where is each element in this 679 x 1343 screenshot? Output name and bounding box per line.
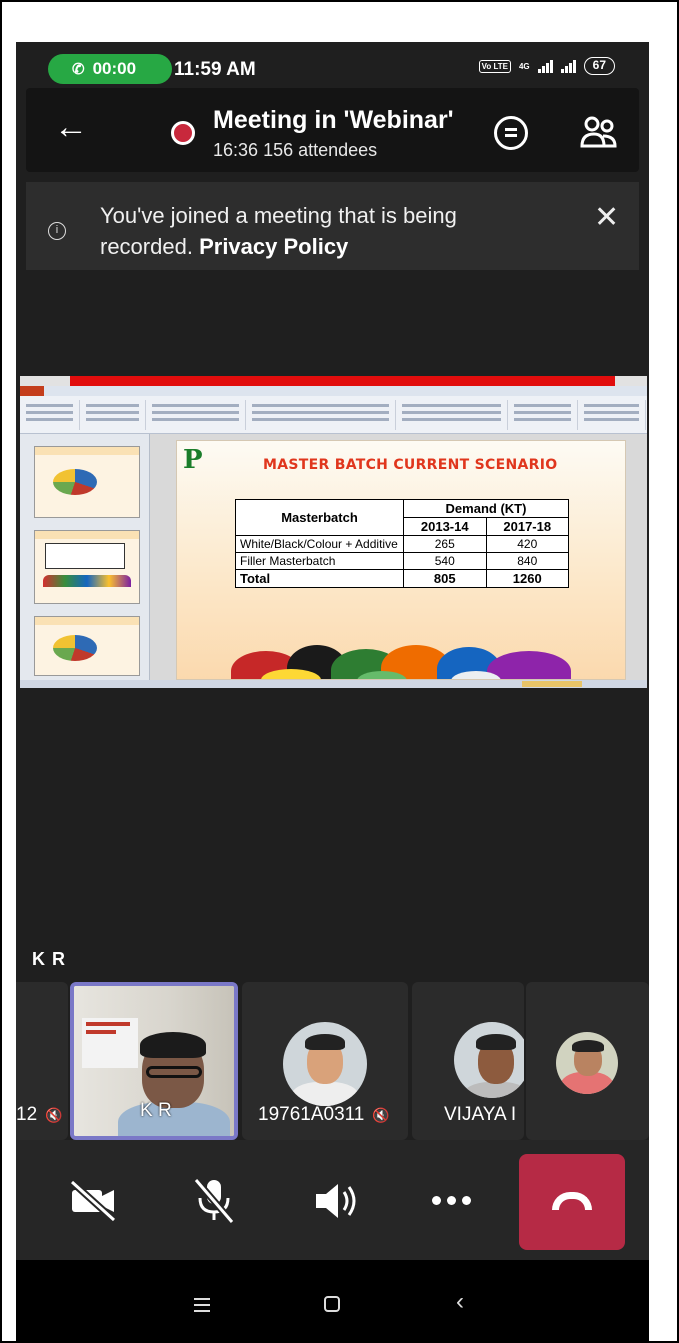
ongoing-call-pill[interactable]: ✆ 00:00 — [48, 54, 172, 84]
row-label: White/Black/Colour + Additive — [235, 535, 404, 553]
cell-value: 265 — [403, 535, 487, 553]
camera-off-icon[interactable] — [66, 1176, 122, 1226]
attendee-count: 156 attendees — [263, 140, 378, 160]
system-icons: Vo LTE 4G 67 — [478, 57, 615, 75]
recording-banner: i You've joined a meeting that is being … — [26, 182, 639, 270]
recent-apps-icon[interactable] — [194, 1298, 210, 1316]
signal-icon — [560, 59, 576, 73]
cell-value: 1260 — [485, 569, 569, 588]
back-arrow-icon[interactable]: ← — [54, 108, 94, 148]
avatar — [454, 1022, 524, 1098]
shared-screen[interactable]: P MASTER BATCH CURRENT SCENARIO Masterba… — [20, 376, 647, 688]
table-header-year: 2017-18 — [485, 517, 569, 536]
recording-indicator-icon — [171, 121, 195, 145]
privacy-policy-link[interactable]: Privacy Policy — [199, 234, 348, 259]
slide-thumbnail[interactable] — [34, 616, 140, 676]
table-header-masterbatch: Masterbatch — [235, 499, 404, 536]
ppt-slide-thumbnails — [20, 434, 150, 680]
signal-icon — [537, 59, 553, 73]
slide-logo: P — [183, 445, 203, 475]
participant-tile-active[interactable]: K R — [70, 982, 238, 1140]
ppt-status-bar — [20, 680, 647, 688]
end-call-button[interactable] — [519, 1154, 625, 1250]
call-timer: 00:00 — [92, 59, 137, 78]
color-granules-image — [231, 639, 571, 679]
system-nav-bar: ‹ — [16, 1260, 649, 1343]
cell-value: 805 — [403, 569, 487, 588]
meeting-title: Meeting in 'Webinar' — [213, 106, 454, 134]
row-label: Total — [235, 569, 404, 588]
table-row-total: Total 805 1260 — [235, 569, 569, 588]
speaker-icon[interactable] — [308, 1176, 364, 1226]
participants-icon[interactable] — [579, 112, 619, 154]
recording-message: You've joined a meeting that is being re… — [100, 200, 540, 262]
meeting-elapsed: 16:36 — [213, 140, 259, 160]
more-options-icon[interactable] — [432, 1196, 471, 1205]
table-header-year: 2013-14 — [403, 517, 487, 536]
mic-off-icon[interactable] — [186, 1176, 242, 1226]
clock: 11:59 AM — [174, 59, 256, 80]
slide-thumbnail[interactable] — [34, 446, 140, 518]
demand-table: Masterbatch Demand (KT) 2013-14 2017-18 … — [235, 499, 569, 588]
cell-value: 420 — [485, 535, 569, 553]
participant-name: VIJAYA I — [444, 1104, 517, 1125]
battery-icon: 67 — [583, 57, 615, 75]
background-sign — [82, 1018, 138, 1068]
call-controls — [16, 1140, 649, 1260]
participant-tile[interactable]: 19761A0311 🔇 — [242, 982, 408, 1140]
info-icon: i — [48, 222, 66, 240]
end-call-icon — [552, 1192, 592, 1210]
nav-back-icon[interactable]: ‹ — [456, 1288, 464, 1316]
mic-off-icon: 🔇 — [372, 1107, 390, 1123]
slide-thumbnail[interactable] — [34, 530, 140, 604]
table-row: White/Black/Colour + Additive 265 420 — [235, 535, 569, 553]
cell-value: 840 — [485, 552, 569, 570]
participant-tile[interactable]: 12 🔇 — [16, 982, 68, 1140]
ppt-ribbon — [20, 386, 647, 434]
participant-name: K R — [140, 1100, 172, 1121]
avatar — [283, 1022, 367, 1106]
row-label: Filler Masterbatch — [235, 552, 404, 570]
participant-name: 12 — [16, 1104, 38, 1125]
participant-tile[interactable]: VIJAYA I — [412, 982, 524, 1140]
slide-title: MASTER BATCH CURRENT SCENARIO — [263, 457, 558, 473]
home-icon[interactable] — [324, 1296, 340, 1312]
current-slide: P MASTER BATCH CURRENT SCENARIO Masterba… — [176, 440, 626, 680]
phone-screen: ✆ 00:00 11:59 AM Vo LTE 4G 67 ← Meeting … — [16, 42, 649, 1343]
table-header-demand: Demand (KT) — [403, 499, 569, 518]
phone-icon: ✆ — [72, 61, 85, 78]
mic-off-icon: 🔇 — [45, 1107, 63, 1123]
chat-icon[interactable] — [494, 116, 528, 150]
meeting-header: ← Meeting in 'Webinar' 16:36 156 attende… — [26, 88, 639, 172]
cell-value: 540 — [403, 552, 487, 570]
meeting-subtitle: 16:36 156 attendees — [213, 140, 377, 161]
volte-icon: Vo LTE — [478, 59, 511, 73]
participant-tile[interactable] — [526, 982, 649, 1140]
close-icon[interactable]: ✕ — [594, 200, 619, 235]
screenshot-frame: ✆ 00:00 11:59 AM Vo LTE 4G 67 ← Meeting … — [0, 0, 679, 1343]
status-bar: ✆ 00:00 11:59 AM Vo LTE 4G 67 — [16, 42, 649, 86]
active-speaker-label: K R — [32, 949, 66, 969]
table-row: Filler Masterbatch 540 840 — [235, 552, 569, 570]
participant-name: 19761A0311 — [258, 1104, 365, 1125]
participant-strip[interactable]: 12 🔇 K R 19761A0311 🔇 VIJAYA I — [16, 982, 649, 1140]
avatar — [556, 1032, 618, 1094]
ppt-title-bar — [20, 376, 647, 386]
network-type: 4G — [518, 61, 530, 71]
